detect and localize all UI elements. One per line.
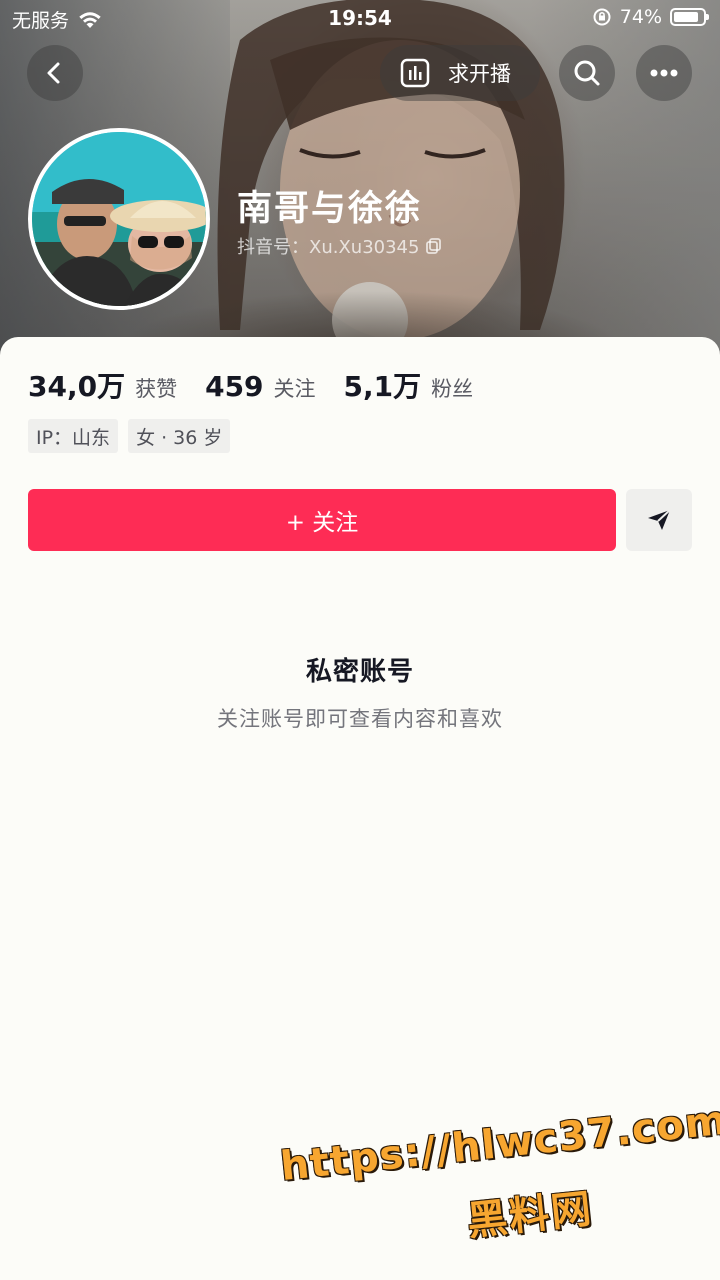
search-icon bbox=[574, 60, 600, 86]
back-icon bbox=[47, 62, 60, 84]
back-button[interactable] bbox=[27, 45, 83, 101]
more-button[interactable] bbox=[636, 45, 692, 101]
copy-icon[interactable] bbox=[425, 237, 443, 255]
stat-value: 34,0万 bbox=[28, 370, 126, 403]
chart-icon bbox=[400, 58, 430, 88]
send-message-button[interactable] bbox=[626, 489, 692, 551]
stat-value: 459 bbox=[205, 370, 264, 403]
battery-percent: 74% bbox=[619, 6, 662, 28]
battery-fill bbox=[674, 12, 698, 22]
watermark-site: 黑料网 bbox=[465, 1185, 596, 1245]
stat-likes[interactable]: 34,0万 获赞 bbox=[28, 365, 177, 405]
follow-button[interactable]: + 关注 bbox=[28, 489, 616, 551]
avatar-photo bbox=[32, 132, 206, 306]
stat-label: 获赞 bbox=[135, 377, 178, 401]
search-button[interactable] bbox=[559, 45, 615, 101]
douyin-id-row[interactable]: 抖音号：Xu.Xu30345 bbox=[237, 233, 443, 259]
stats-row: 34,0万 获赞 459 关注 5,1万 粉丝 bbox=[28, 365, 501, 405]
private-account-title: 私密账号 bbox=[305, 657, 414, 687]
more-icon bbox=[650, 69, 678, 77]
stat-followers[interactable]: 5,1万 粉丝 bbox=[344, 365, 474, 405]
stat-value: 5,1万 bbox=[343, 370, 422, 403]
request-live-label: 求开播 bbox=[448, 62, 511, 86]
profile-tags: IP：山东 女 · 36 岁 bbox=[28, 419, 231, 453]
ip-location-tag: IP：山东 bbox=[28, 419, 119, 453]
lock-rotation-icon bbox=[593, 8, 611, 26]
follow-label: + 关注 bbox=[285, 510, 359, 536]
avatar[interactable] bbox=[28, 128, 210, 310]
status-bar: 无服务 19:54 74% bbox=[0, 0, 720, 36]
request-live-button[interactable]: 求开播 bbox=[380, 45, 540, 101]
stat-following[interactable]: 459 关注 bbox=[205, 370, 315, 403]
stat-label: 粉丝 bbox=[431, 377, 474, 401]
private-account-subtitle: 关注账号即可查看内容和喜欢 bbox=[217, 707, 503, 731]
profile-name: 南哥与徐徐 bbox=[237, 189, 423, 229]
stat-label: 关注 bbox=[273, 377, 316, 401]
share-send-icon bbox=[648, 509, 671, 530]
battery-icon bbox=[670, 8, 709, 26]
gender-age-tag: 女 · 36 岁 bbox=[128, 419, 231, 453]
status-right-group: 74% bbox=[592, 6, 709, 28]
douyin-id: 抖音号：Xu.Xu30345 bbox=[237, 237, 420, 258]
